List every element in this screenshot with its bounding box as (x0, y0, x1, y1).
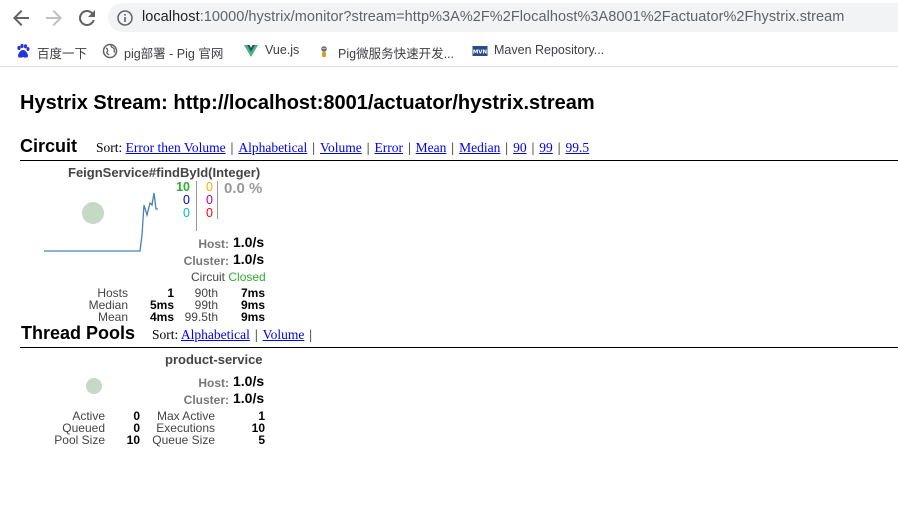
bookmark-label: Maven Repository... (494, 43, 605, 57)
host-rate-value: 1.0/s (233, 234, 265, 250)
bookmark-label: pig部署 - Pig 官网 (124, 47, 224, 61)
circuit-divider (20, 160, 898, 161)
timeout-count: 0 (206, 180, 213, 194)
cluster-rate-value: 1.0/s (233, 390, 265, 406)
back-arrow-icon[interactable] (9, 6, 33, 30)
failure-count: 0 (206, 206, 213, 220)
host-rate-label: Host: (198, 237, 229, 251)
reload-icon[interactable] (75, 6, 99, 30)
sort-alphabetical-link[interactable]: Alphabetical (181, 327, 250, 342)
counter-divider (196, 181, 197, 231)
bookmark-label: 百度一下 (37, 47, 88, 61)
vue-logo-icon (244, 45, 258, 57)
pool-size-label: Pool Size (54, 433, 105, 447)
bookmark-pig-deploy[interactable]: pig部署 - Pig 官网 (102, 41, 237, 61)
threadpool-name: product-service (165, 352, 263, 367)
success-count: 10 (176, 180, 190, 194)
error-percentage: 0.0 % (224, 180, 263, 197)
baidu-paw-icon (17, 43, 30, 58)
sort-volume-link[interactable]: Volume (263, 327, 305, 342)
sort-error-link[interactable]: Error (374, 140, 402, 155)
circuit-sort-bar: Sort: Error then Volume | Alphabetical | Vol… (96, 140, 590, 155)
bookmark-vuejs[interactable]: Vue.js (243, 41, 308, 61)
page-title: Hystrix Stream: http://localhost:8001/ac… (20, 92, 595, 114)
counter-divider (217, 181, 218, 219)
queue-size-value: 5 (258, 433, 265, 447)
circuit-status-label: Circuit (191, 270, 226, 284)
bookmark-baidu[interactable]: 百度一下 (15, 41, 95, 61)
thread-pools-divider (20, 347, 898, 348)
forward-arrow-icon[interactable] (42, 6, 66, 30)
circuit-sparkline (44, 192, 158, 252)
bookmark-label: Pig微服务快速开发... (338, 47, 454, 61)
p99-5-label: 99.5th (184, 310, 218, 324)
circuit-status: Circuit Closed (191, 270, 266, 284)
url-text[interactable]: localhost:10000/hystrix/monitor?stream=h… (142, 9, 844, 25)
mean-label: Mean (97, 310, 128, 324)
browser-toolbar: localhost:10000/hystrix/monitor?stream=h… (0, 0, 898, 36)
url-host: localhost (142, 9, 200, 25)
sort-99-5-link[interactable]: 99.5 (565, 140, 589, 155)
sort-90-link[interactable]: 90 (513, 140, 527, 155)
cluster-rate-label: Cluster: (183, 393, 229, 407)
circuit-name: FeignService#findById(Integer) (68, 165, 261, 180)
thread-pools-sort-bar: Sort: Alphabetical | Volume | (152, 327, 313, 342)
info-icon[interactable] (117, 10, 133, 26)
rejected-count: 0 (206, 193, 213, 207)
pool-size-value: 10 (126, 433, 140, 447)
bookmark-pig-microservice[interactable]: Pig微服务快速开发... (316, 41, 461, 61)
bookmarks-bar: 百度一下 pig部署 - Pig 官网 Vue.js Pig微服务快速开发...… (0, 36, 898, 67)
queue-size-label: Queue Size (152, 433, 215, 447)
host-rate-label: Host: (198, 376, 229, 390)
bookmark-maven-repository[interactable]: MVN Maven Repository... (472, 41, 617, 61)
cluster-rate-label: Cluster: (183, 254, 229, 268)
host-rate-value: 1.0/s (233, 373, 265, 389)
sort-volume-link[interactable]: Volume (320, 140, 362, 155)
mean-value: 4ms (149, 310, 174, 324)
p99-5-value: 9ms (240, 310, 265, 324)
circuit-status-value: Closed (228, 270, 266, 284)
circuit-section-title: Circuit (20, 136, 78, 156)
svg-text:MVN: MVN (473, 50, 488, 56)
threadpool-health-bubble (86, 378, 102, 394)
cluster-rate-value: 1.0/s (233, 251, 265, 267)
short-circuited-count: 0 (183, 193, 190, 207)
url-path: :10000/hystrix/monitor?stream=http%3A%2F… (199, 9, 845, 25)
pig-icon (321, 46, 327, 57)
sort-alphabetical-link[interactable]: Alphabetical (238, 140, 307, 155)
sort-label: Sort: (96, 140, 123, 155)
address-bar[interactable]: localhost:10000/hystrix/monitor?stream=h… (108, 3, 898, 32)
sort-label: Sort: (152, 327, 179, 342)
sort-mean-link[interactable]: Mean (416, 140, 447, 155)
sort-median-link[interactable]: Median (459, 140, 500, 155)
maven-icon: MVN (472, 46, 488, 56)
bad-request-count: 0 (183, 206, 190, 220)
thread-pools-section-title: Thread Pools (21, 323, 136, 343)
sort-error-then-volume-link[interactable]: Error then Volume (126, 140, 226, 155)
sort-99-link[interactable]: 99 (539, 140, 553, 155)
globe-icon (102, 43, 118, 59)
bookmark-label: Vue.js (265, 43, 300, 57)
